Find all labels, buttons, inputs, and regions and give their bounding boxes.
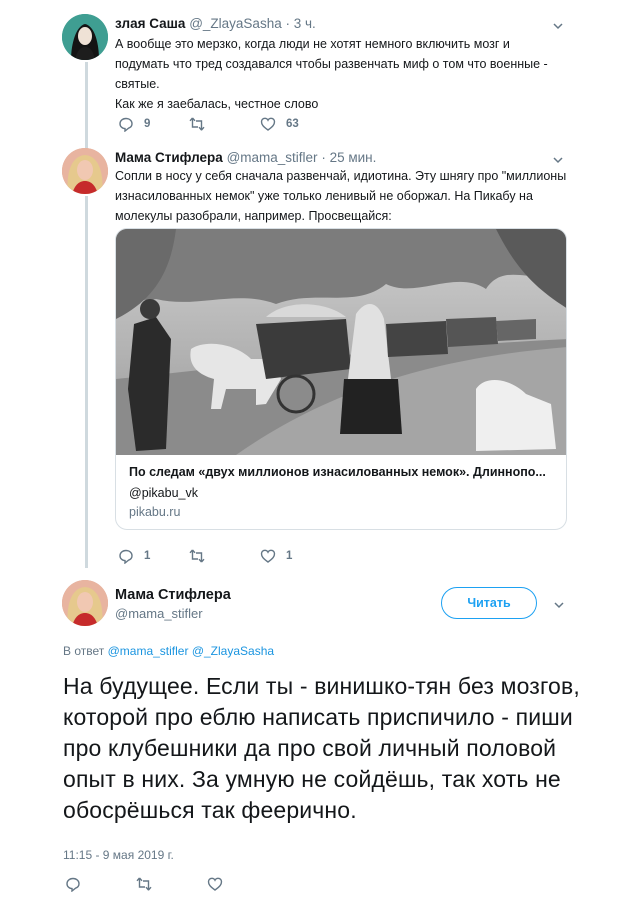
reply-count: 9 <box>144 118 151 130</box>
avatar[interactable] <box>62 148 108 194</box>
tweet-text-line: А вообще это мерзко, когда люди не хотят… <box>115 37 510 51</box>
like-count: 63 <box>286 118 299 130</box>
reply-icon <box>119 549 133 564</box>
retweet-icon <box>189 549 205 563</box>
tweet-text-line: изнасилованных немок" уже только ленивый… <box>115 189 533 203</box>
like-button[interactable]: 1 <box>260 548 292 564</box>
tweet-text: На будущее. Если ты - винишко-тян без мо… <box>63 673 580 823</box>
like-button[interactable]: 63 <box>260 116 299 132</box>
tweet-text: А вообще это мерзко, когда люди не хотят… <box>115 34 548 114</box>
retweet-icon <box>189 117 205 131</box>
chevron-down-icon[interactable] <box>552 154 564 166</box>
chevron-down-icon[interactable] <box>553 599 565 611</box>
author-handle[interactable]: @_ZlayaSasha <box>189 16 282 31</box>
tweet-header: злая Саша @_ZlayaSasha · 3 ч. <box>115 16 316 31</box>
thread-connector <box>85 62 88 148</box>
like-button[interactable] <box>207 876 233 892</box>
heart-icon <box>207 877 223 891</box>
tweet-text-line: святые. <box>115 77 160 91</box>
chevron-down-icon[interactable] <box>552 20 564 32</box>
card-title[interactable]: По следам «двух миллионов изнасилованных… <box>129 465 546 479</box>
reply-count: 1 <box>144 550 151 562</box>
reply-prefix: В ответ <box>63 644 105 658</box>
reply-mention[interactable]: @mama_stifler <box>108 644 189 658</box>
retweet-icon <box>136 877 152 891</box>
link-preview-card[interactable]: По следам «двух миллионов изнасилованных… <box>115 228 567 530</box>
follow-button[interactable]: Читать <box>441 587 537 619</box>
reply-context: В ответ @mama_stifler @_ZlayaSasha <box>63 644 274 658</box>
tweet-text-line: Как же я заебалась, честное слово <box>115 97 319 111</box>
retweet-button[interactable] <box>189 116 215 132</box>
author-name[interactable]: Мама Стифлера <box>115 150 223 165</box>
retweet-button[interactable] <box>189 548 215 564</box>
card-domain[interactable]: pikabu.ru <box>129 505 180 519</box>
tweet-timestamp[interactable]: 11:15 - 9 мая 2019 г. <box>63 848 174 862</box>
tweet-text: Сопли в носу у себя сначала развенчай, и… <box>115 166 566 226</box>
tweet-header: Мама Стифлера @mama_stifler · 25 мин. <box>115 150 377 165</box>
reply-icon <box>119 117 133 132</box>
card-image <box>116 229 566 455</box>
tweet-time[interactable]: 25 мин. <box>330 150 377 165</box>
retweet-button[interactable] <box>136 876 162 892</box>
author-handle[interactable]: @mama_stifler <box>227 150 318 165</box>
tweet-text-line: подумать что тред создавался чтобы разве… <box>115 57 548 71</box>
author-name[interactable]: злая Саша <box>115 16 185 31</box>
like-count: 1 <box>286 550 293 562</box>
tweet-time[interactable]: 3 ч. <box>294 16 316 31</box>
reply-button[interactable]: 1 <box>118 548 150 564</box>
author-name[interactable]: Мама Стифлера <box>115 587 231 603</box>
reply-icon <box>66 877 80 892</box>
tweet-text-line: молекулы разобрали, например. Просвещайс… <box>115 209 392 223</box>
avatar[interactable] <box>62 14 108 60</box>
card-source-handle[interactable]: @pikabu_vk <box>129 486 198 500</box>
author-handle[interactable]: @mama_stifler <box>115 606 203 621</box>
tweet-text-line: Сопли в носу у себя сначала развенчай, и… <box>115 169 567 183</box>
thread-connector <box>85 196 88 568</box>
reply-mention[interactable]: @_ZlayaSasha <box>192 644 274 658</box>
reply-button[interactable] <box>65 876 91 892</box>
reply-button[interactable]: 9 <box>118 116 150 132</box>
avatar[interactable] <box>62 580 108 626</box>
heart-icon <box>260 549 276 563</box>
heart-icon <box>260 117 276 131</box>
